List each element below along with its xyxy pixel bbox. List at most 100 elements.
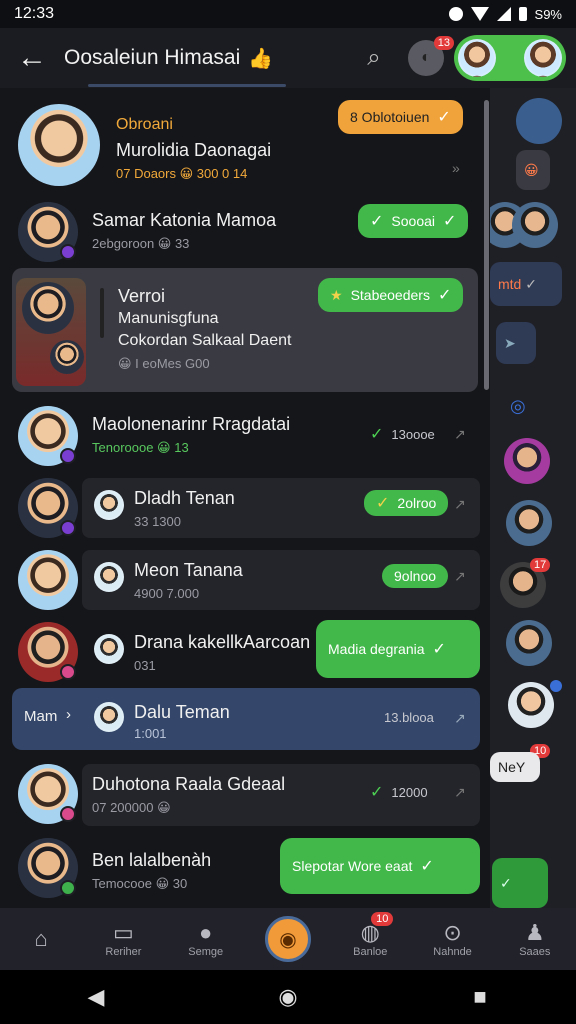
nav-banloe[interactable]: ◍ 10 Banloe — [329, 908, 411, 970]
status-dot — [550, 680, 562, 692]
avatar — [22, 282, 74, 334]
search-icon[interactable]: ⌕ — [354, 38, 394, 78]
chevron-right-icon: › — [66, 706, 71, 723]
app-bar: ← Oosaleiun Himasai 👍 ⌕ ◐ 13 — [0, 28, 576, 88]
edit-icon[interactable]: ↗ — [454, 496, 466, 513]
list-item-time: 13.blooa — [384, 710, 434, 725]
check-icon: ✓ — [432, 641, 446, 658]
time-text: 12000 — [391, 784, 428, 800]
online-badge — [60, 880, 76, 896]
nav-home[interactable]: ⌂ — [0, 908, 82, 970]
status-icons: S9% — [448, 6, 562, 22]
list-item-name: Dladh Tenan — [134, 488, 235, 508]
check-icon: ✓ — [492, 858, 548, 908]
list-item-sub: 2ebgoroon 😀 33 — [92, 236, 190, 251]
list-item[interactable]: Dladh Tenan 33 1300 ✓ 2olroo ↗ — [8, 472, 480, 542]
list-item-highlighted[interactable]: Verroi Manunisgfuna Cokordan Salkaal Dae… — [12, 268, 478, 392]
status-pill-label: Soooai — [391, 213, 435, 229]
avatar — [94, 634, 124, 664]
list-item[interactable]: Duhotona Raala Gdeaal 07 200000 😀 ✓ 1200… — [8, 758, 480, 830]
list-item-sub: 😀 I eoMes G00 — [118, 356, 210, 371]
avatar — [506, 620, 552, 666]
list-item-name: Manunisgfuna — [118, 310, 219, 327]
list-item-name: Maolonenarinr Rragdatai — [92, 414, 291, 434]
check-icon: ✓ — [370, 426, 384, 443]
info-icon: ◎ — [510, 396, 526, 416]
forward-icon[interactable]: » — [452, 160, 460, 176]
star-icon: ★ — [330, 286, 343, 303]
recents-square-icon[interactable]: ■ — [450, 984, 510, 1010]
back-arrow-icon[interactable]: ← — [0, 28, 64, 88]
status-pill[interactable]: Madia degrania ✓ — [316, 620, 480, 678]
status-pill[interactable]: ★ Stabeoeders ✓ — [318, 278, 464, 312]
status-pill-label: Madia degrania — [328, 641, 425, 657]
avatar — [94, 562, 124, 592]
list-item[interactable]: Ben lalalbenàh Temocooe 😀 30 Slepotar Wo… — [8, 832, 480, 904]
list-item[interactable]: Meon Tanana 4900 7.000 9olnoo ↗ — [8, 544, 480, 614]
status-pill[interactable]: ✓ 2olroo — [364, 490, 449, 516]
back-triangle-icon[interactable]: ◀ — [66, 984, 126, 1010]
avatar — [18, 104, 100, 186]
check-icon: ✓ — [437, 287, 452, 304]
nav-center-action[interactable]: ◉ — [247, 908, 329, 970]
battery-level: S9% — [534, 6, 562, 22]
check-icon: ✓ — [370, 784, 384, 801]
list-item[interactable]: Samar Katonia Mamoa 2ebgoroon 😀 33 ✓ Soo… — [8, 196, 480, 266]
emoji-bubble: 😀 — [516, 150, 550, 190]
list-item[interactable]: Maolonenarinr Rragdatai Tenoroooe 😀 13 ✓… — [8, 398, 480, 468]
group-avatars-pill[interactable] — [454, 35, 566, 81]
avatar — [458, 39, 496, 77]
conversation-list: Obroani Murolidia Daonagai 07 Doaors 😀 3… — [0, 88, 490, 908]
reriher-icon: ▭ — [113, 920, 134, 945]
nav-reriher[interactable]: ▭ Reriher — [82, 908, 164, 970]
status-pill[interactable]: Slepotar Wore eaat ✓ — [280, 838, 480, 894]
edit-icon[interactable]: ↗ — [454, 568, 466, 585]
online-badge — [60, 664, 76, 680]
list-item-name: Drana kakellkAarcoan — [134, 632, 311, 652]
nav-nahnde[interactable]: ⊙ Nahnde — [411, 908, 493, 970]
notification-badge: 17 — [530, 558, 551, 572]
online-badge — [60, 244, 76, 260]
status-pill[interactable]: ✓ Soooai ✓ — [358, 204, 469, 238]
status-pill[interactable]: 9olnoo — [382, 564, 449, 588]
center-action-icon: ◉ — [264, 916, 311, 962]
status-pill[interactable]: 8 Oblotoiuen ✓ — [338, 100, 463, 134]
nav-saaes[interactable]: ♟ Saaes — [494, 908, 576, 970]
battery-icon — [518, 7, 527, 21]
edit-icon[interactable]: ↗ — [454, 710, 466, 727]
status-time: 12:33 — [14, 5, 55, 22]
list-item[interactable]: Drana kakellkAarcoan 031 Madia degrania … — [8, 616, 480, 686]
online-badge — [60, 520, 76, 536]
status-pill-label: 9olnoo — [394, 568, 437, 584]
list-item-pre: Obroani — [116, 116, 173, 133]
home-circle-icon[interactable]: ◉ — [258, 984, 318, 1010]
nahnde-icon: ⊙ — [443, 920, 462, 945]
thread-line — [100, 288, 104, 338]
avatar — [516, 98, 562, 144]
chat-icon[interactable]: ◐ 13 — [408, 36, 454, 76]
status-pill-label: Slepotar Wore eaat — [292, 858, 413, 874]
avatar — [18, 550, 78, 610]
nav-semge[interactable]: ● Semge — [165, 908, 247, 970]
avatar — [504, 438, 550, 484]
chat-bubble-text: mtd — [498, 276, 522, 292]
list-item[interactable]: Obroani Murolidia Daonagai 07 Doaors 😀 3… — [8, 94, 480, 194]
profile-icon: ♟ — [524, 920, 545, 945]
status-pill-label: 8 Oblotoiuen — [350, 109, 430, 125]
nav-label: Semge — [188, 946, 224, 958]
check-icon: ✓ — [443, 213, 457, 230]
list-item-sub: 031 — [134, 658, 156, 673]
status-bar: 12:33 S9% — [0, 0, 576, 28]
list-item-pre: Verroi — [118, 286, 166, 306]
edit-icon[interactable]: ↗ — [454, 426, 466, 443]
list-item-name: Meon Tanana — [134, 560, 243, 580]
list-item-selected[interactable]: Mam › Dalu Teman 1:001 13.blooa ↗ — [12, 688, 480, 750]
home-icon: ⌂ — [34, 926, 48, 951]
scrollbar[interactable] — [484, 100, 489, 390]
nav-label: Saaes — [519, 946, 551, 958]
list-item-time: ✓ 13oooe — [370, 424, 435, 444]
list-item-name: Ben lalalbenàh — [92, 850, 212, 870]
edit-icon[interactable]: ↗ — [454, 784, 466, 801]
list-item-sub: 33 1300 — [134, 514, 181, 529]
check-icon: ✓ — [437, 109, 451, 126]
